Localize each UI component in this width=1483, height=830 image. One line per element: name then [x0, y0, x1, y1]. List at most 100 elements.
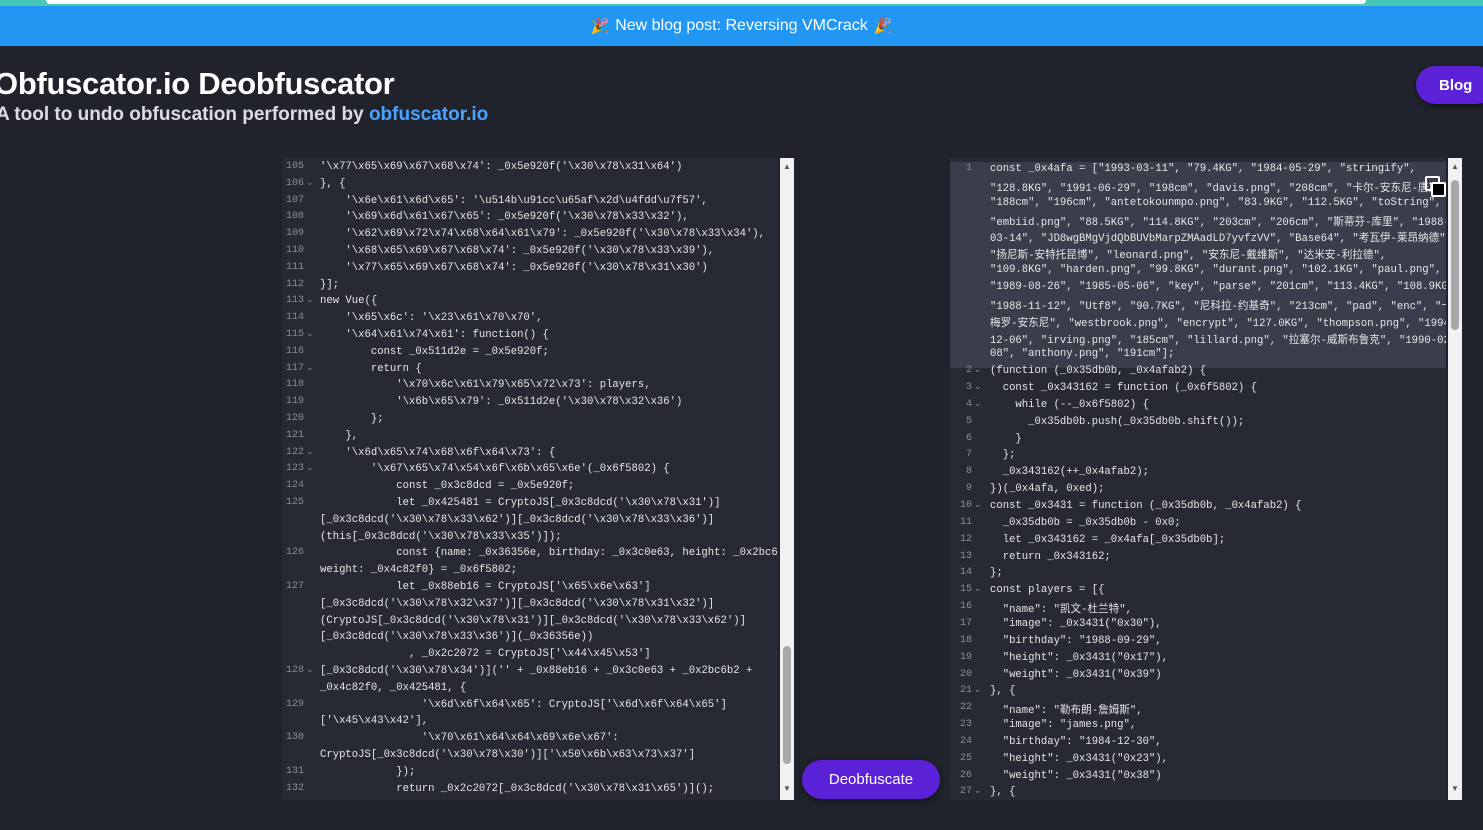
code-line[interactable]: 22 "name": "勒布朗-詹姆斯",	[950, 702, 1446, 719]
code-line[interactable]: 112}];	[282, 279, 778, 296]
code-line[interactable]: 106 ⌄}, {	[282, 178, 778, 195]
scrollbar-thumb[interactable]	[783, 646, 791, 764]
code-line[interactable]: 121 },	[282, 430, 778, 447]
code-line[interactable]: 13 return _0x343162;	[950, 551, 1446, 568]
input-code-editor[interactable]: 105 '\x77\x65\x69\x67\x68\x74': _0x5e920f…	[282, 158, 778, 800]
code-line[interactable]: (this[_0x3c8dcd('\x30\x78\x33\x35')]);	[282, 531, 778, 548]
code-line[interactable]: 23 "image": "james.png",	[950, 719, 1446, 736]
code-line[interactable]: 3 ⌄ const _0x343162 = function (_0x6f5802…	[950, 382, 1446, 399]
code-line[interactable]: 5 _0x35db0b.push(_0x35db0b.shift());	[950, 416, 1446, 433]
code-line[interactable]: , _0x2c2072 = CryptoJS['\x44\x45\x53']	[282, 648, 778, 665]
code-line[interactable]: 12 let _0x343162 = _0x4afa[_0x35db0b];	[950, 534, 1446, 551]
code-line[interactable]: 114 '\x65\x6c': '\x23\x61\x70\x70',	[282, 312, 778, 329]
code-line[interactable]: 113 ⌄ new Vue({	[282, 295, 778, 312]
code-line[interactable]: 127 let _0x88eb16 = CryptoJS['\x65\x6e\x…	[282, 581, 778, 598]
code-line[interactable]: 26 "weight": _0x3431("0x38")	[950, 770, 1446, 787]
code-line[interactable]: "128.8KG", "1991-06-29", "198cm", "davis…	[950, 180, 1446, 197]
code-line[interactable]: 16 "name": "凯文-杜兰特",	[950, 601, 1446, 618]
code-line[interactable]: 116 const _0x511d2e = _0x5e920f;	[282, 346, 778, 363]
fold-toggle-icon[interactable]: ⌄	[306, 295, 314, 305]
code-line[interactable]: 17 "image": _0x3431("0x30"),	[950, 618, 1446, 635]
scroll-up-arrow-icon[interactable]: ▲	[1448, 160, 1462, 174]
announcement-banner[interactable]: 🎉 New blog post: Reversing VMCrack 🎉	[0, 6, 1483, 46]
code-line[interactable]: 24 "birthday": "1984-12-30",	[950, 736, 1446, 753]
code-line[interactable]: "1988-11-12", "Utf8", "90.7KG", "尼科拉-约基奇…	[950, 298, 1446, 315]
code-line[interactable]: 131 });	[282, 766, 778, 783]
fold-toggle-icon[interactable]: ⌄	[974, 365, 982, 375]
code-line[interactable]: CryptoJS[_0x3c8dcd('\x30\x78\x30')]['\x5…	[282, 749, 778, 766]
banner-link-text[interactable]: New blog post: Reversing VMCrack	[615, 17, 868, 35]
code-line[interactable]: "embiid.png", "88.5KG", "114.8KG", "203c…	[950, 214, 1446, 231]
code-line[interactable]: 11 _0x35db0b = _0x35db0b - 0x0;	[950, 517, 1446, 534]
code-line[interactable]: 03-14", "JD8wgBMgVjdQbBUVbMarpZMAadLD7yv…	[950, 230, 1446, 247]
code-line[interactable]: _0x4c82f0, _0x425481, {	[282, 682, 778, 699]
code-line[interactable]: "1989-08-26", "1985-05-06", "key", "pars…	[950, 281, 1446, 298]
code-line[interactable]: 109 '\x62\x69\x72\x74\x68\x64\x61\x79': …	[282, 228, 778, 245]
code-line[interactable]: "109.8KG", "harden.png", "99.8KG", "dura…	[950, 264, 1446, 281]
output-code-editor[interactable]: 1 const _0x4afa = ["1993-03-11", "79.4KG"…	[950, 158, 1446, 800]
scroll-up-arrow-icon[interactable]: ▲	[780, 160, 794, 174]
fold-toggle-icon[interactable]: ⌄	[974, 399, 982, 409]
code-line[interactable]: 27 ⌄}, {	[950, 786, 1446, 800]
code-line[interactable]: 4 ⌄ while (--_0x6f5802) {	[950, 399, 1446, 416]
fold-toggle-icon[interactable]: ⌄	[306, 363, 314, 373]
code-line[interactable]: (CryptoJS[_0x3c8dcd('\x30\x78\x31')][_0x…	[282, 615, 778, 632]
code-line[interactable]: weight: _0x4c82f0} = _0x6f5802;	[282, 564, 778, 581]
code-line[interactable]: 118 '\x70\x6c\x61\x79\x65\x72\x73': play…	[282, 379, 778, 396]
code-line[interactable]: "188cm", "196cm", "antetokounmpo.png", "…	[950, 197, 1446, 214]
fold-toggle-icon[interactable]: ⌄	[306, 665, 314, 675]
code-line[interactable]: 14};	[950, 567, 1446, 584]
code-line[interactable]: 119 '\x6b\x65\x79': _0x511d2e('\x30\x78\…	[282, 396, 778, 413]
code-line[interactable]: 115 ⌄ '\x64\x61\x74\x61': function() {	[282, 329, 778, 346]
code-line[interactable]: 19 "height": _0x3431("0x17"),	[950, 652, 1446, 669]
code-line[interactable]: 120 };	[282, 413, 778, 430]
code-line[interactable]: 125 let _0x425481 = CryptoJS[_0x3c8dcd('…	[282, 497, 778, 514]
code-line[interactable]: 梅罗-安东尼", "westbrook.png", "encrypt", "12…	[950, 315, 1446, 332]
scroll-down-arrow-icon[interactable]: ▼	[1448, 782, 1462, 796]
scrollbar-thumb[interactable]	[1451, 180, 1459, 330]
code-line[interactable]: 110 '\x68\x65\x69\x67\x68\x74': _0x5e920…	[282, 245, 778, 262]
code-line[interactable]: 08", "anthony.png", "191cm"];	[950, 348, 1446, 365]
code-line[interactable]: 107 '\x6e\x61\x6d\x65': '\u514b\u91cc\u6…	[282, 195, 778, 212]
code-line[interactable]: ['\x45\x43\x42'],	[282, 715, 778, 732]
scroll-down-arrow-icon[interactable]: ▼	[780, 782, 794, 796]
fold-toggle-icon[interactable]: ⌄	[306, 329, 314, 339]
code-line[interactable]: 1 const _0x4afa = ["1993-03-11", "79.4KG"…	[950, 163, 1446, 180]
code-line[interactable]: 132 return _0x2c2072[_0x3c8dcd('\x30\x78…	[282, 783, 778, 800]
input-editor-scrollbar[interactable]: ▲ ▼	[780, 158, 794, 800]
fold-toggle-icon[interactable]: ⌄	[974, 786, 982, 796]
code-line[interactable]: 130 '\x70\x61\x64\x64\x69\x6e\x67':	[282, 732, 778, 749]
code-line[interactable]: 8 _0x343162(++_0x4afab2);	[950, 466, 1446, 483]
code-line[interactable]: 126 const {name: _0x36356e, birthday: _0…	[282, 547, 778, 564]
code-line[interactable]: 20 "weight": _0x3431("0x39")	[950, 669, 1446, 686]
fold-toggle-icon[interactable]: ⌄	[974, 500, 982, 510]
fold-toggle-icon[interactable]: ⌄	[306, 178, 314, 188]
code-line[interactable]: 117 ⌄ return {	[282, 363, 778, 380]
code-line[interactable]: 7 };	[950, 449, 1446, 466]
code-line[interactable]: 10 ⌄ const _0x3431 = function (_0x35db0b, …	[950, 500, 1446, 517]
code-line[interactable]: 124 const _0x3c8dcd = _0x5e920f;	[282, 480, 778, 497]
fold-toggle-icon[interactable]: ⌄	[974, 584, 982, 594]
code-line[interactable]: 6 }	[950, 433, 1446, 450]
code-line[interactable]: 21 ⌄}, {	[950, 685, 1446, 702]
fold-toggle-icon[interactable]: ⌄	[974, 685, 982, 695]
copy-icon[interactable]	[1425, 176, 1446, 197]
code-line[interactable]: 25 "height": _0x3431("0x23"),	[950, 753, 1446, 770]
code-line[interactable]: 122 ⌄ '\x6d\x65\x74\x68\x6f\x64\x73': {	[282, 447, 778, 464]
code-line[interactable]: 12-06", "irving.png", "185cm", "lillard.…	[950, 332, 1446, 349]
code-line[interactable]: 105 '\x77\x65\x69\x67\x68\x74': _0x5e920f…	[282, 161, 778, 178]
code-line[interactable]: [_0x3c8dcd('\x30\x78\x33\x62')][_0x3c8dc…	[282, 514, 778, 531]
code-line[interactable]: "扬尼斯-安特托昆博", "leonard.png", "安东尼-戴维斯", "…	[950, 247, 1446, 264]
code-line[interactable]: 108 '\x69\x6d\x61\x67\x65': _0x5e920f('\…	[282, 211, 778, 228]
code-line[interactable]: 2 ⌄ (function (_0x35db0b, _0x4afab2) {	[950, 365, 1446, 382]
code-line[interactable]: [_0x3c8dcd('\x30\x78\x33\x36')](_0x36356…	[282, 631, 778, 648]
code-line[interactable]: 18 "birthday": "1988-09-29",	[950, 635, 1446, 652]
fold-toggle-icon[interactable]: ⌄	[974, 382, 982, 392]
code-line[interactable]: 128 ⌄ [_0x3c8dcd('\x30\x78\x34')]('' + _0x…	[282, 665, 778, 682]
code-line[interactable]: 15 ⌄ const players = [{	[950, 584, 1446, 601]
code-line[interactable]: 111 '\x77\x65\x69\x67\x68\x74': _0x5e920…	[282, 262, 778, 279]
code-line[interactable]: 123 ⌄ '\x67\x65\x74\x54\x6f\x6b\x65\x6e'(…	[282, 463, 778, 480]
output-editor-scrollbar[interactable]: ▲ ▼	[1448, 158, 1462, 800]
fold-toggle-icon[interactable]: ⌄	[306, 447, 314, 457]
code-line[interactable]: 9})(_0x4afa, 0xed);	[950, 483, 1446, 500]
